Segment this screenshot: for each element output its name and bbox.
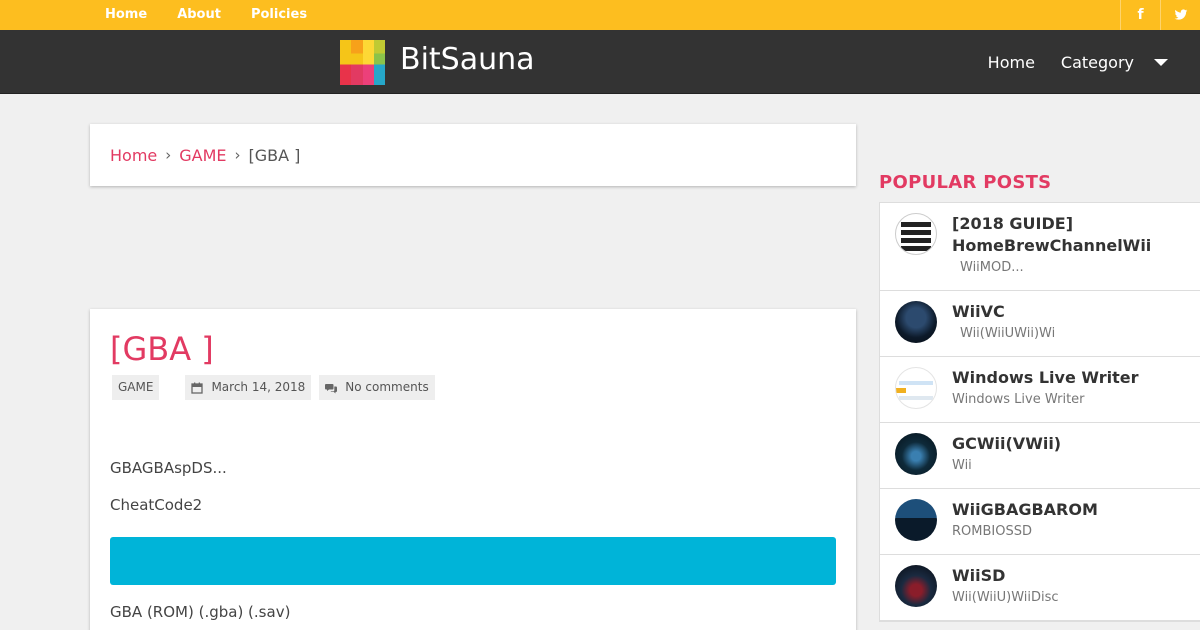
- nav-category[interactable]: Category: [1061, 53, 1134, 72]
- breadcrumb-category[interactable]: GAME: [179, 146, 226, 165]
- breadcrumb: Home › GAME › [GBA ]: [90, 124, 856, 186]
- homebrew-thumb-icon: [895, 213, 937, 255]
- wiigba-thumb-icon: [895, 499, 937, 541]
- popular-posts-title: POPULAR POSTS: [879, 172, 1052, 193]
- post-card: [GBA ] GAME March 14, 2018 No comments G…: [90, 309, 856, 630]
- post-date: March 14, 2018: [185, 375, 312, 400]
- post-paragraph: GBAGBAspDS...: [110, 459, 227, 477]
- popular-post-title: WiiVC: [952, 302, 1005, 321]
- main-nav: Home Category: [988, 30, 1200, 94]
- popular-post[interactable]: GCWii(VWii) Wii: [880, 423, 1200, 489]
- post-title[interactable]: [GBA ]: [110, 329, 836, 369]
- popular-post-snippet: ROMBIOSSD: [952, 524, 1032, 539]
- popular-post[interactable]: WiiSD Wii(WiiU)WiiDisc: [880, 555, 1200, 621]
- chevron-right-icon: ›: [165, 146, 172, 164]
- post-meta: GAME March 14, 2018 No comments: [112, 375, 836, 400]
- breadcrumb-current: [GBA ]: [248, 145, 301, 165]
- popular-post-title: GCWii(VWii): [952, 434, 1062, 453]
- popular-post-title: WiiGBAGBAROM: [952, 500, 1098, 519]
- post-paragraph: GBA (ROM) (.gba) (.sav): [110, 603, 291, 621]
- post-category-tag[interactable]: GAME: [112, 375, 160, 400]
- calendar-icon: [191, 382, 204, 394]
- popular-post-snippet: Windows Live Writer: [952, 392, 1085, 407]
- site-title[interactable]: BitSauna: [400, 40, 535, 80]
- wiisd-thumb-icon: [895, 565, 937, 607]
- top-nav-policies[interactable]: Policies: [251, 0, 307, 30]
- info-banner: [110, 537, 836, 585]
- post-comments-label: No comments: [345, 380, 429, 394]
- popular-post-snippet: Wii(WiiUWii)Wi: [960, 326, 1056, 341]
- popular-post-snippet: WiiMOD...: [960, 260, 1024, 275]
- post-paragraph: CheatCode2: [110, 496, 203, 514]
- top-nav-about[interactable]: About: [177, 0, 221, 30]
- popular-post-title: WiiSD: [952, 566, 1006, 585]
- site-header: BitSauna Home Category: [0, 30, 1200, 94]
- twitter-icon[interactable]: [1160, 0, 1200, 30]
- comments-icon: [325, 382, 338, 394]
- post-comments[interactable]: No comments: [319, 375, 435, 400]
- popular-post-title: Windows Live Writer: [952, 368, 1139, 387]
- popular-post-snippet: Wii: [952, 458, 972, 473]
- top-nav: Home About Policies: [105, 0, 337, 30]
- top-bar: Home About Policies f: [0, 0, 1200, 30]
- breadcrumb-home[interactable]: Home: [110, 146, 157, 165]
- chevron-down-icon[interactable]: [1154, 58, 1168, 66]
- popular-post-title: [2018 GUIDE] HomeBrewChannelWii: [952, 214, 1152, 255]
- chevron-right-icon: ›: [234, 146, 241, 164]
- wiivc-thumb-icon: [895, 301, 937, 343]
- social-links: f: [1120, 0, 1200, 30]
- popular-post-snippet: Wii(WiiU)WiiDisc: [952, 590, 1059, 605]
- livewriter-thumb-icon: [895, 367, 937, 409]
- top-nav-home[interactable]: Home: [105, 0, 147, 30]
- popular-post[interactable]: WiiVC Wii(WiiUWii)Wi: [880, 291, 1200, 357]
- popular-post[interactable]: [2018 GUIDE] HomeBrewChannelWii WiiMOD..…: [880, 203, 1200, 291]
- nav-home[interactable]: Home: [988, 53, 1035, 72]
- site-logo-icon[interactable]: [340, 40, 385, 85]
- popular-post[interactable]: WiiGBAGBAROM ROMBIOSSD: [880, 489, 1200, 555]
- popular-posts-list: [2018 GUIDE] HomeBrewChannelWii WiiMOD..…: [879, 202, 1200, 622]
- gcwii-thumb-icon: [895, 433, 937, 475]
- popular-post[interactable]: Windows Live Writer Windows Live Writer: [880, 357, 1200, 423]
- post-date-label: March 14, 2018: [211, 380, 306, 394]
- post-category-label: GAME: [118, 380, 154, 394]
- facebook-icon[interactable]: f: [1120, 0, 1160, 30]
